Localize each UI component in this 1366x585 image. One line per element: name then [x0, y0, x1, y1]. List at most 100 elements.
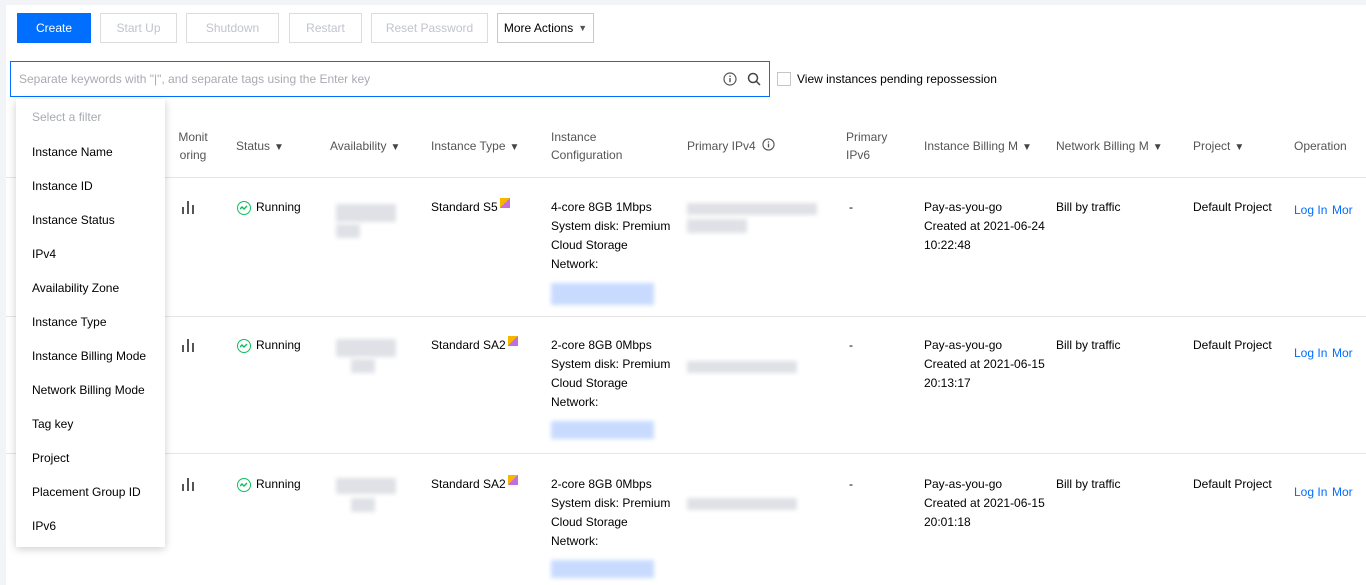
shutdown-button[interactable]: Shutdown	[186, 13, 279, 43]
filter-icon[interactable]: ▼	[274, 142, 284, 153]
running-status-icon	[237, 338, 251, 353]
filter-icon[interactable]: ▼	[510, 142, 520, 153]
table-row: Running Standard SA2 2-core 8GB 0Mbps Sy…	[6, 454, 1366, 585]
table-row: Running Standard SA2 2-core 8GB 0Mbps Sy…	[6, 317, 1366, 454]
col-monitoring: Monit oring	[178, 130, 208, 162]
monitoring-icon[interactable]	[182, 478, 194, 497]
primary-ipv4-redacted	[687, 219, 747, 233]
network-billing: Bill by traffic	[1056, 477, 1121, 491]
network-redacted	[551, 560, 654, 578]
filter-icon[interactable]: ▼	[1234, 142, 1244, 153]
repossession-toggle[interactable]: View instances pending repossession	[777, 72, 997, 86]
instance-type-badge-icon	[499, 198, 510, 208]
instance-type: Standard SA2	[431, 475, 518, 494]
search-input[interactable]: Separate keywords with "|", and separate…	[10, 61, 770, 97]
project: Default Project	[1193, 338, 1272, 352]
restart-button[interactable]: Restart	[289, 13, 362, 43]
status-running: Running	[237, 475, 301, 494]
instance-type-badge-icon	[507, 336, 518, 346]
primary-ipv6: -	[849, 338, 853, 352]
running-status-icon	[237, 200, 251, 215]
table-header: Monit oring Status ▼ Availability ▼ Instanc…	[6, 108, 1366, 178]
filter-option-project[interactable]: Project	[16, 441, 165, 475]
filter-option-instance-type[interactable]: Instance Type	[16, 305, 165, 339]
network-billing: Bill by traffic	[1056, 338, 1121, 352]
more-link[interactable]: Mor	[1332, 344, 1353, 363]
running-status-icon	[237, 477, 251, 492]
instance-type: Standard S5	[431, 198, 510, 217]
filter-option-instance-billing-mode[interactable]: Instance Billing Mode	[16, 339, 165, 373]
instance-billing: Pay-as-you-go Created at 2021-06-15 20:1…	[924, 338, 1045, 390]
monitoring-icon[interactable]	[182, 201, 194, 220]
network-redacted	[551, 421, 654, 439]
primary-ipv6: -	[849, 200, 853, 214]
primary-ipv4-redacted	[687, 498, 797, 510]
filter-option-ipv6[interactable]: IPv6	[16, 509, 165, 543]
filter-dropdown-menu: Select a filter Instance Name Instance I…	[16, 99, 165, 547]
repossession-label: View instances pending repossession	[797, 72, 997, 86]
repossession-checkbox[interactable]	[777, 72, 791, 86]
col-instance-type[interactable]: Instance Type ▼	[431, 137, 519, 157]
instance-type-badge-icon	[507, 475, 518, 485]
log-in-link[interactable]: Log In	[1294, 201, 1327, 220]
instance-configuration: 2-core 8GB 0Mbps System disk: Premium Cl…	[551, 338, 671, 409]
status-running: Running	[237, 198, 301, 217]
info-circle-icon[interactable]	[723, 72, 737, 89]
col-primary-ipv4: Primary IPv4	[687, 137, 775, 156]
filter-icon[interactable]: ▼	[390, 142, 400, 153]
col-project[interactable]: Project ▼	[1193, 137, 1244, 157]
filter-option-ipv4[interactable]: IPv4	[16, 237, 165, 271]
create-button[interactable]: Create	[17, 13, 91, 43]
filter-option-tag-key[interactable]: Tag key	[16, 407, 165, 441]
start-up-button[interactable]: Start Up	[100, 13, 177, 43]
col-instance-billing[interactable]: Instance Billing M ▼	[924, 137, 1032, 157]
primary-ipv4-redacted	[687, 361, 797, 373]
chevron-down-icon: ▼	[578, 23, 588, 33]
log-in-link[interactable]: Log In	[1294, 483, 1327, 502]
availability-redacted	[336, 204, 396, 222]
filter-hint: Select a filter	[32, 110, 102, 124]
filter-option-instance-name[interactable]: Instance Name	[16, 135, 165, 169]
log-in-link[interactable]: Log In	[1294, 344, 1327, 363]
info-circle-icon[interactable]	[762, 138, 775, 156]
filter-option-availability-zone[interactable]: Availability Zone	[16, 271, 165, 305]
col-network-billing[interactable]: Network Billing M ▼	[1056, 137, 1163, 157]
more-link[interactable]: Mor	[1332, 201, 1353, 220]
instance-billing: Pay-as-you-go Created at 2021-06-15 20:0…	[924, 477, 1045, 529]
instance-configuration: 2-core 8GB 0Mbps System disk: Premium Cl…	[551, 477, 671, 548]
availability-redacted	[336, 478, 396, 494]
availability-redacted	[351, 498, 375, 512]
more-actions-label: More Actions	[503, 21, 574, 35]
more-actions-dropdown[interactable]: More Actions ▼	[497, 13, 594, 43]
project: Default Project	[1193, 200, 1272, 214]
instance-type: Standard SA2	[431, 336, 518, 355]
availability-redacted	[336, 339, 396, 357]
search-placeholder: Separate keywords with "|", and separate…	[19, 72, 371, 86]
col-operation: Operation	[1294, 139, 1347, 153]
filter-icon[interactable]: ▼	[1022, 142, 1032, 153]
filter-option-placement-group-id[interactable]: Placement Group ID	[16, 475, 165, 509]
search-icon[interactable]	[747, 72, 761, 89]
table-row: Running Standard S5 4-core 8GB 1Mbps Sys…	[6, 179, 1366, 317]
col-availability[interactable]: Availability ▼	[330, 137, 400, 157]
filter-option-instance-status[interactable]: Instance Status	[16, 203, 165, 237]
filter-icon[interactable]: ▼	[1153, 142, 1163, 153]
monitoring-icon[interactable]	[182, 339, 194, 358]
col-status[interactable]: Status ▼	[236, 137, 284, 157]
col-primary-ipv6: Primary IPv6	[846, 130, 888, 162]
primary-ipv6: -	[849, 477, 853, 491]
filter-option-instance-id[interactable]: Instance ID	[16, 169, 165, 203]
availability-redacted	[351, 359, 375, 373]
instance-configuration: 4-core 8GB 1Mbps System disk: Premium Cl…	[551, 200, 671, 271]
filter-option-network-billing-mode[interactable]: Network Billing Mode	[16, 373, 165, 407]
primary-ipv4-redacted	[687, 203, 817, 215]
availability-redacted	[336, 224, 360, 238]
reset-password-button[interactable]: Reset Password	[371, 13, 488, 43]
more-link[interactable]: Mor	[1332, 483, 1353, 502]
instance-billing: Pay-as-you-go Created at 2021-06-24 10:2…	[924, 200, 1045, 252]
status-running: Running	[237, 336, 301, 355]
col-configuration: Instance Configuration	[551, 130, 623, 162]
network-redacted	[551, 283, 654, 305]
project: Default Project	[1193, 477, 1272, 491]
network-billing: Bill by traffic	[1056, 200, 1121, 214]
